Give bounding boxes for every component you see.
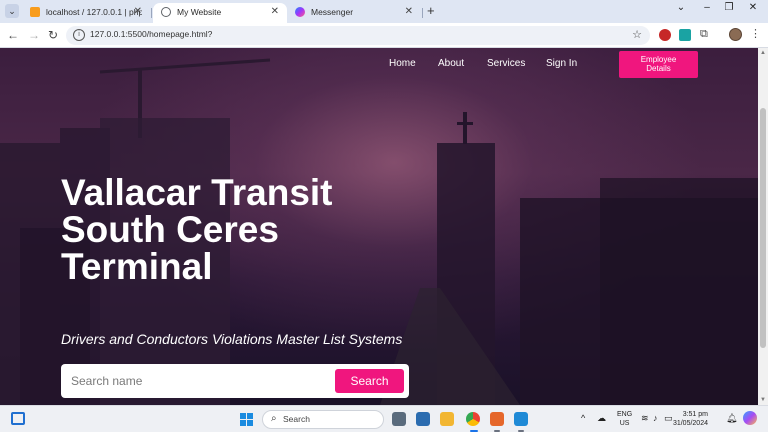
xampp-app-icon[interactable] [490, 412, 504, 426]
reload-icon[interactable]: ↻ [46, 28, 60, 42]
windows-taskbar: ⌕ Search ^ ☁ ENG US ≋ ♪ ▭ 3:51 pm 31/05/… [0, 405, 768, 432]
nav-services-link[interactable]: Services [487, 58, 525, 69]
clock-time: 3:51 pm [682, 411, 708, 418]
scrollbar-thumb[interactable] [760, 108, 766, 348]
employee-details-label-line1: Employee [640, 55, 677, 64]
copilot-icon[interactable] [743, 411, 757, 425]
notepad-app-icon[interactable] [416, 412, 430, 426]
scroll-down-icon[interactable]: ▼ [758, 397, 768, 403]
close-tab-icon[interactable]: ✕ [405, 3, 413, 21]
windows-start-icon[interactable] [240, 413, 253, 426]
hero-subtitle: Drivers and Conductors Violations Master… [61, 331, 403, 347]
extensions-puzzle-icon[interactable]: ⧉ [700, 28, 708, 41]
profile-avatar[interactable] [729, 28, 742, 41]
tab-title: localhost / 127.0.0.1 | phpMyAd [46, 7, 142, 17]
close-window-button[interactable]: ✕ [745, 2, 761, 13]
clock-date: 31/05/2024 [672, 420, 708, 427]
nav-about-link[interactable]: About [438, 58, 464, 69]
search-form: Search [61, 364, 409, 398]
search-icon: ⌕ [271, 413, 277, 424]
tab-messenger[interactable]: Messenger ✕ [287, 3, 421, 23]
language-code: ENG [617, 411, 633, 418]
hero-title-line: South Ceres [61, 209, 279, 250]
page-scrollbar[interactable]: ▲ ▼ [758, 48, 768, 405]
taskbar-search[interactable]: ⌕ Search [262, 410, 384, 429]
messenger-favicon-icon [295, 7, 305, 17]
new-tab-button[interactable]: + [427, 3, 435, 18]
hero-title-line: Terminal [61, 246, 213, 287]
search-name-input[interactable] [71, 369, 321, 393]
tab-search-button[interactable]: ⌄ [5, 4, 19, 18]
wifi-icon[interactable]: ≋ [641, 413, 649, 424]
taskbar-search-label: Search [283, 414, 310, 424]
close-tab-icon[interactable]: ✕ [134, 3, 142, 21]
employee-details-label-line2: Details [646, 64, 671, 73]
url-text: 127.0.0.1:5500/homepage.html? [90, 29, 213, 39]
hero-title: Vallacar Transit South Ceres Terminal [61, 174, 441, 285]
forward-arrow-icon[interactable]: → [27, 28, 41, 42]
tab-divider [422, 8, 423, 18]
browser-menu-icon[interactable]: ⋮ [750, 27, 761, 40]
scroll-up-icon[interactable]: ▲ [758, 50, 768, 56]
search-button[interactable]: Search [335, 369, 404, 393]
nav-sign-in-link[interactable]: Sign In [546, 58, 577, 69]
tab-list-icon[interactable]: ⌄ [673, 2, 689, 13]
tab-strip: ⌄ localhost / 127.0.0.1 | phpMyAd ✕ My W… [0, 0, 768, 23]
vscode-app-icon[interactable] [514, 412, 528, 426]
volume-icon[interactable]: ♪ [653, 413, 658, 423]
system-clock[interactable]: 3:51 pm 31/05/2024 [670, 410, 708, 428]
extension-teal-icon[interactable] [679, 29, 691, 41]
notification-bell-icon[interactable]: 🔔︎ [726, 413, 737, 424]
minimize-button[interactable]: – [699, 2, 715, 13]
chevron-up-icon[interactable]: ^ [581, 413, 585, 423]
phpmyadmin-favicon-icon [30, 7, 40, 17]
tab-divider [151, 8, 152, 18]
employee-details-button[interactable]: Employee Details [619, 51, 698, 78]
tab-title: Messenger [311, 7, 354, 17]
hero-title-line: Vallacar Transit [61, 172, 333, 213]
nav-home-link[interactable]: Home [389, 58, 416, 69]
chrome-app-icon[interactable] [466, 412, 480, 426]
back-arrow-icon[interactable]: ← [6, 28, 20, 42]
bookmark-star-icon[interactable]: ☆ [632, 28, 642, 41]
site-info-icon[interactable]: i [73, 29, 85, 41]
browser-toolbar: ← → ↻ i 127.0.0.1:5500/homepage.html? ☆ … [0, 23, 768, 48]
address-bar[interactable]: i 127.0.0.1:5500/homepage.html? ☆ [66, 26, 650, 45]
calculator-app-icon[interactable] [392, 412, 406, 426]
onedrive-cloud-icon[interactable]: ☁ [597, 413, 606, 424]
tab-my-website[interactable]: My Website ✕ [153, 3, 287, 23]
region-code: US [619, 420, 630, 427]
page-viewport: Home About Services Sign In Employee Det… [0, 48, 758, 405]
tab-phpmyadmin[interactable]: localhost / 127.0.0.1 | phpMyAd ✕ [22, 3, 150, 23]
widgets-icon[interactable] [11, 412, 25, 425]
language-indicator[interactable]: ENG US [617, 410, 632, 428]
extension-red-icon[interactable] [659, 29, 671, 41]
tab-title: My Website [177, 7, 222, 17]
maximize-button[interactable]: ❐ [721, 2, 737, 13]
file-explorer-icon[interactable] [440, 412, 454, 426]
globe-favicon-icon [161, 7, 171, 17]
close-tab-icon[interactable]: ✕ [271, 3, 279, 21]
